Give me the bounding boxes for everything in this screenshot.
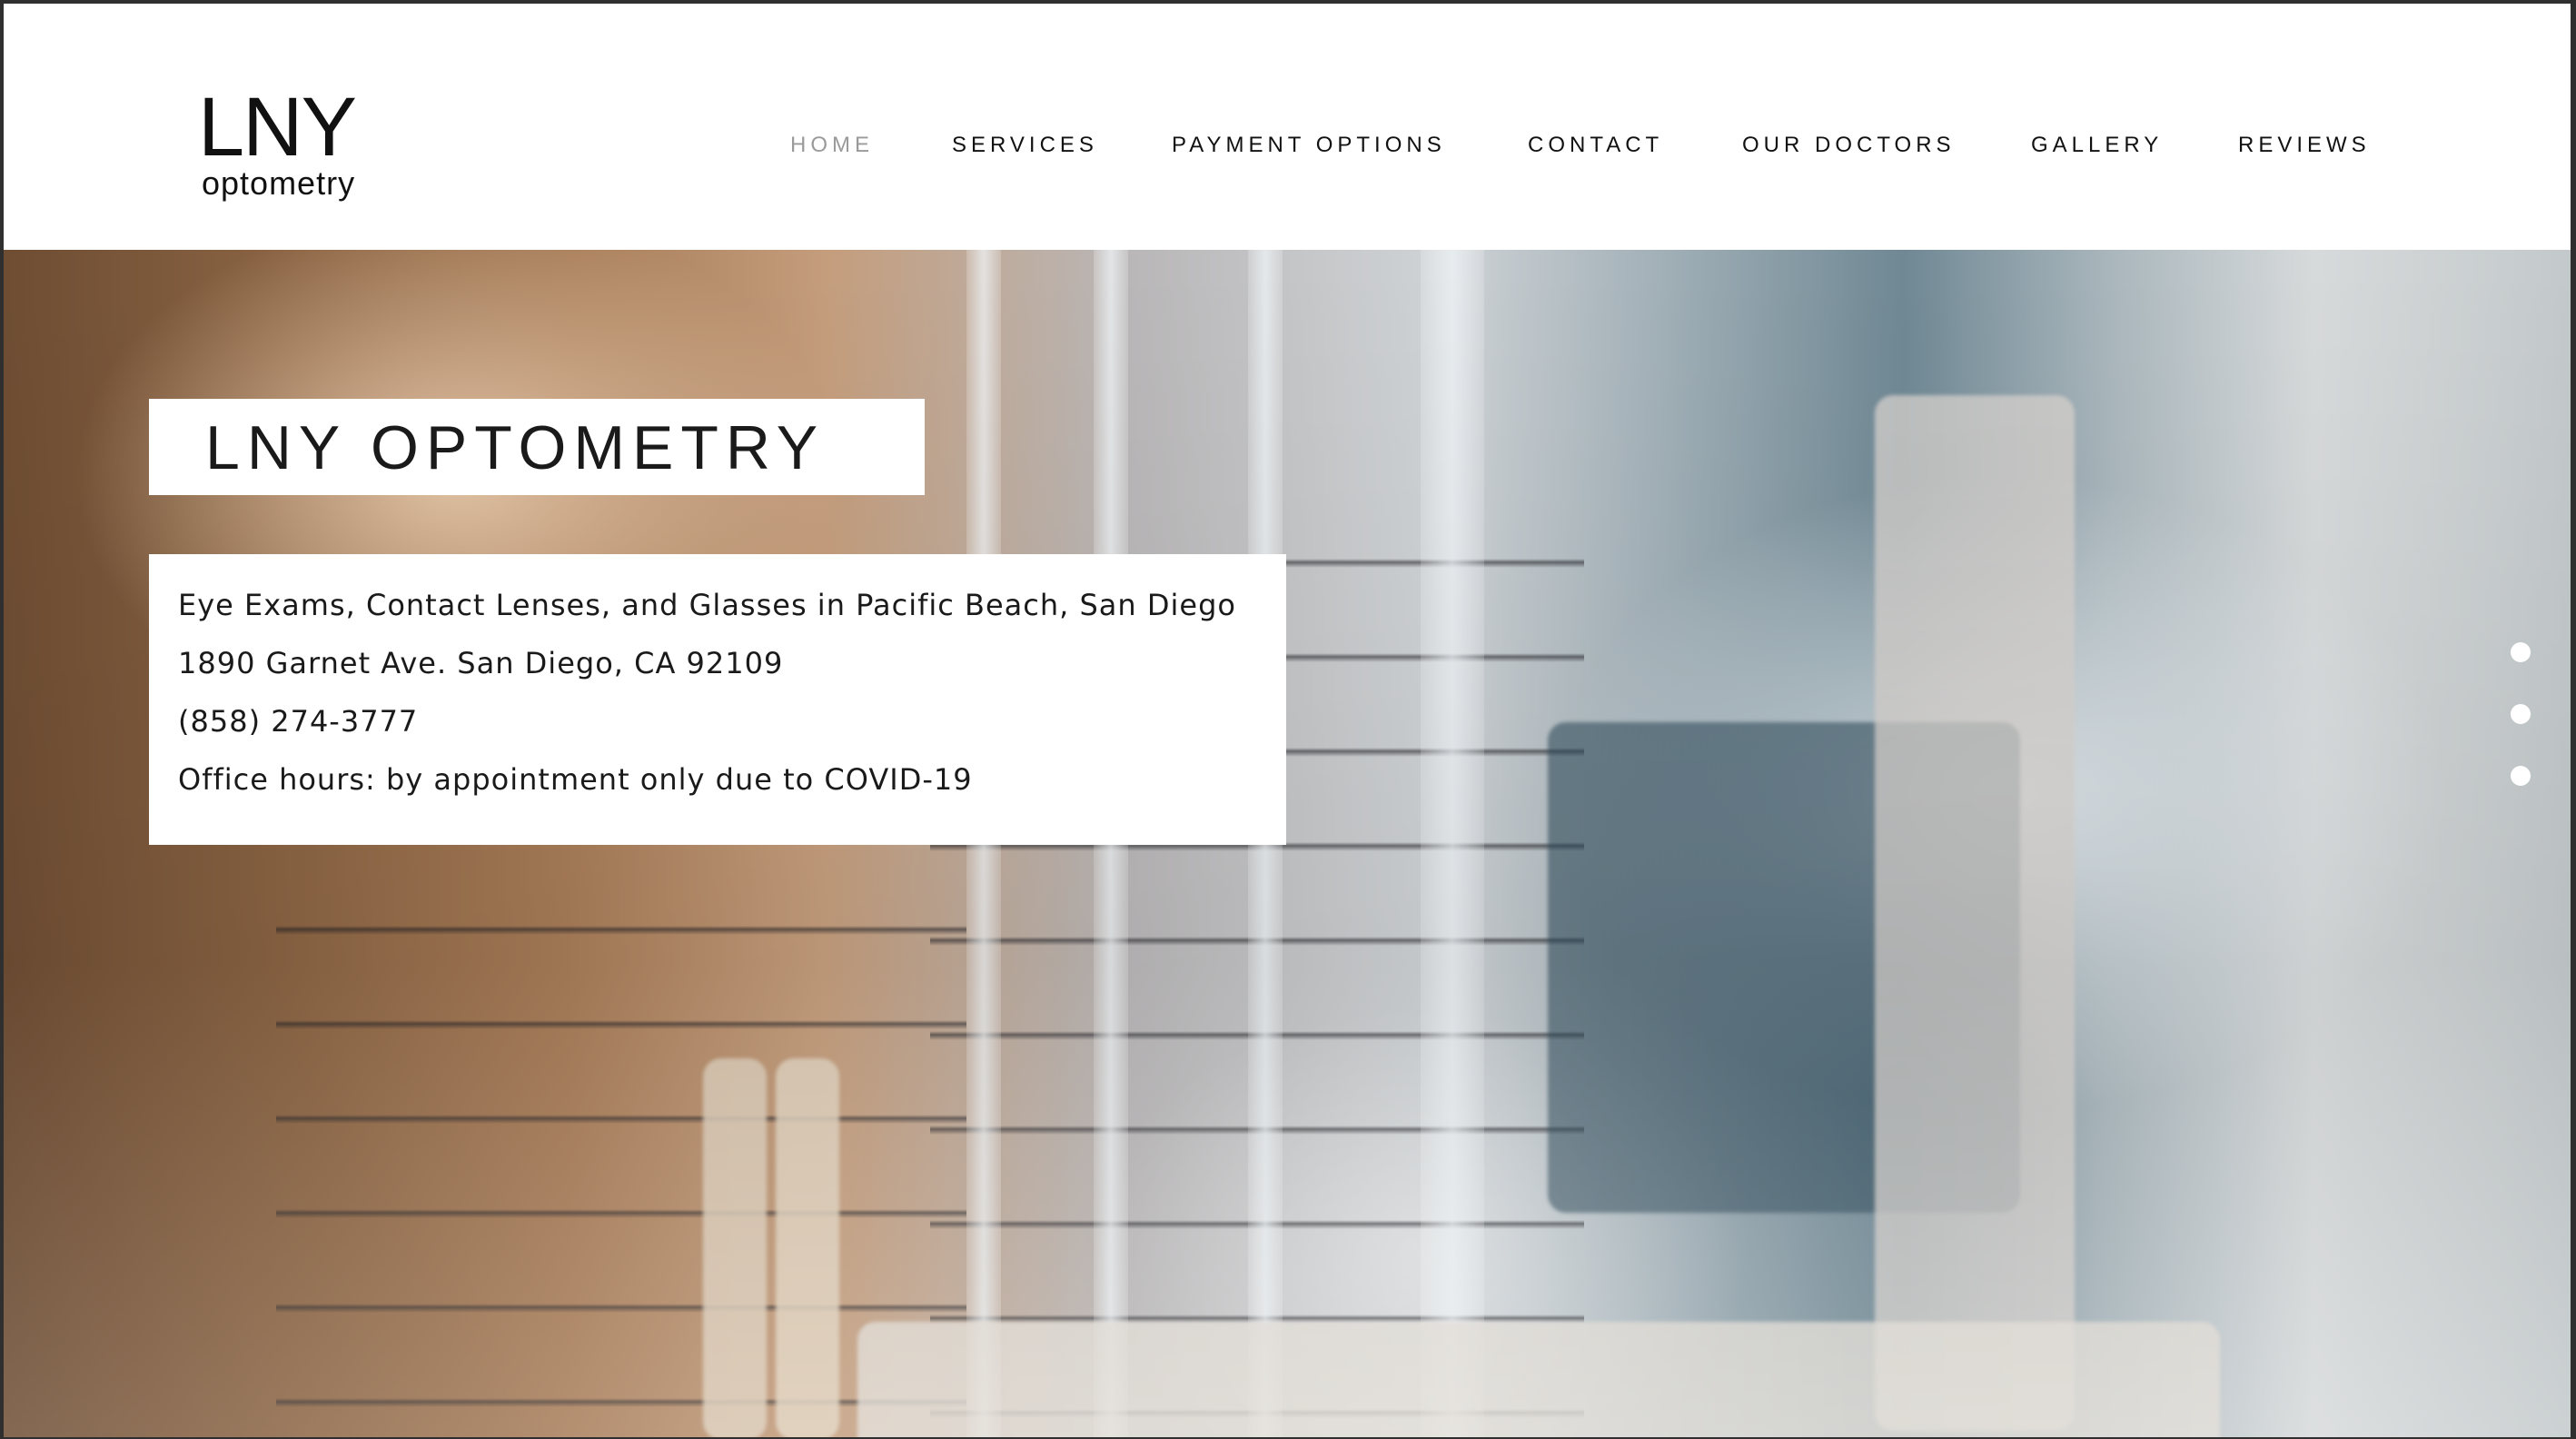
nav-item-reviews[interactable]: REVIEWS [2238, 127, 2371, 164]
page: LNY optometry HOME SERVICES PAYMENT OPTI… [4, 4, 2571, 1437]
site-header: LNY optometry HOME SERVICES PAYMENT OPTI… [4, 4, 2571, 250]
slide-dot-1[interactable] [2511, 642, 2531, 662]
nav-item-home[interactable]: HOME [790, 127, 874, 164]
slide-pagination [2511, 642, 2532, 797]
hero-title: LNY OPTOMETRY [205, 413, 826, 482]
slide-dot-3[interactable] [2511, 766, 2531, 786]
hero-info-box: Eye Exams, Contact Lenses, and Glasses i… [149, 554, 1286, 845]
logo-subtitle: optometry [202, 164, 356, 202]
nav-item-gallery[interactable]: GALLERY [2031, 127, 2163, 164]
hero-title-box: LNY OPTOMETRY [149, 399, 925, 495]
main-nav: HOME SERVICES PAYMENT OPTIONS CONTACT OU… [4, 127, 2571, 164]
nav-item-our-doctors[interactable]: OUR DOCTORS [1742, 127, 1956, 164]
hero-tagline: Eye Exams, Contact Lenses, and Glasses i… [178, 588, 1236, 622]
hero-address: 1890 Garnet Ave. San Diego, CA 92109 [178, 646, 784, 680]
hero-office-hours: Office hours: by appointment only due to… [178, 762, 973, 797]
hero-slideshow: LNY OPTOMETRY Eye Exams, Contact Lenses,… [4, 250, 2571, 1437]
hero-phone[interactable]: (858) 274-3777 [178, 703, 418, 739]
nav-item-payment-options[interactable]: PAYMENT OPTIONS [1172, 127, 1446, 164]
nav-item-services[interactable]: SERVICES [952, 127, 1098, 164]
slide-dot-2[interactable] [2511, 704, 2531, 724]
nav-item-contact[interactable]: CONTACT [1528, 127, 1663, 164]
